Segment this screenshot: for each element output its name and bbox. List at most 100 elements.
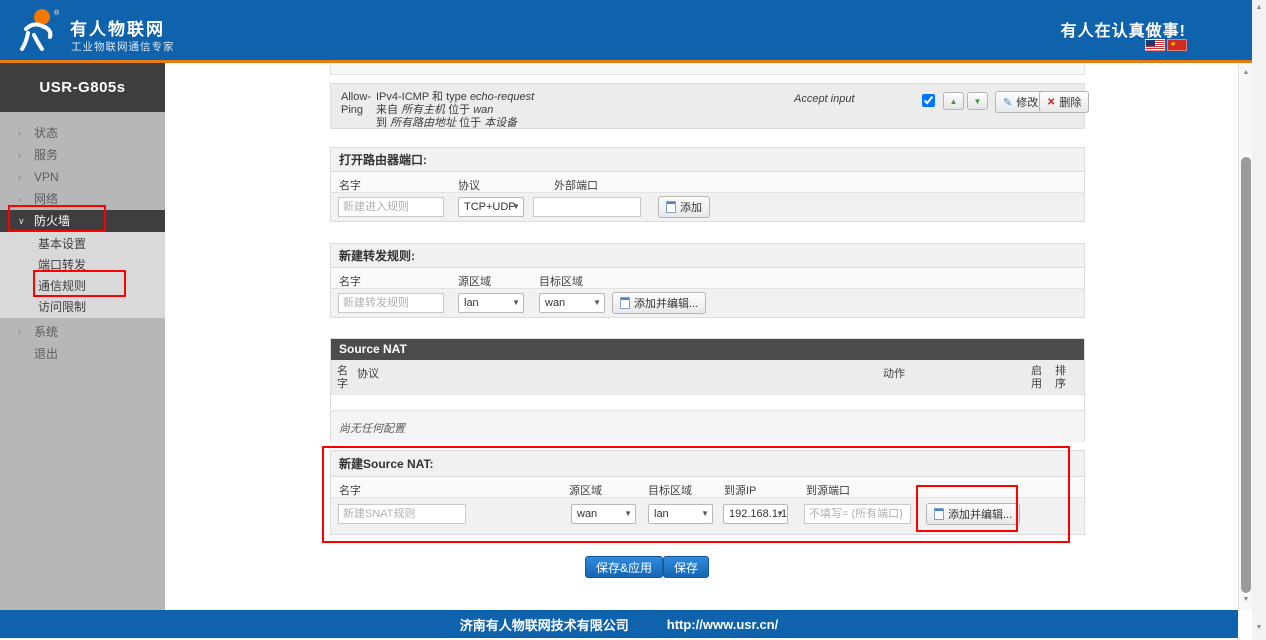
- new-snat-name-input[interactable]: [338, 504, 466, 524]
- sidebar-item-firewall[interactable]: ∨ 防火墙: [0, 210, 165, 232]
- column-header-to-src-ip: 到源IP: [724, 482, 756, 498]
- column-header-ext-port: 外部端口: [554, 177, 598, 193]
- content-scrollbar-thumb[interactable]: [1241, 157, 1251, 593]
- sidebar-item-services[interactable]: › 服务: [0, 144, 165, 166]
- scroll-up-icon[interactable]: ▲: [1239, 69, 1253, 76]
- partial-table-row: [330, 63, 1085, 75]
- sidebar-item-logout[interactable]: 退出: [0, 343, 165, 365]
- save-button[interactable]: 保存: [663, 556, 709, 578]
- chevron-down-icon: ▼: [776, 505, 784, 523]
- column-header-protocol: 协议: [357, 365, 379, 381]
- add-icon: [934, 508, 944, 520]
- column-header-src-zone: 源区域: [458, 273, 491, 289]
- edit-icon: ✎: [1003, 96, 1012, 109]
- column-header-name: 名字: [337, 365, 350, 391]
- submenu-item-access-restrict[interactable]: 访问限制: [0, 297, 165, 318]
- flag-us-icon[interactable]: [1145, 39, 1165, 51]
- submenu-item-traffic-rules[interactable]: 通信规则: [0, 276, 165, 297]
- rule-name: Allow- Ping: [341, 91, 371, 117]
- empty-table-row: [331, 395, 1084, 411]
- add-button-label: 添加: [680, 199, 702, 215]
- column-header-sort: 排序: [1055, 365, 1068, 391]
- snat-to-src-ip-select[interactable]: 192.168.1.1 ( ▼: [723, 504, 788, 524]
- source-nat-header: Source NAT: [331, 339, 1084, 360]
- submenu-item-label: 通信规则: [38, 279, 86, 293]
- chevron-down-icon: ▼: [512, 294, 520, 312]
- sidebar-item-label: 系统: [34, 325, 58, 339]
- submenu-item-label: 端口转发: [38, 258, 86, 272]
- delete-rule-button[interactable]: ✕ 删除: [1039, 91, 1089, 113]
- add-and-edit-button[interactable]: 添加并编辑...: [612, 292, 706, 314]
- sort-down-icon: ▼: [974, 97, 982, 106]
- device-model-title: USR-G805s: [0, 63, 165, 112]
- sidebar-item-status[interactable]: › 状态: [0, 122, 165, 144]
- sidebar-item-vpn[interactable]: › VPN: [0, 166, 165, 188]
- chevron-right-icon: ›: [18, 122, 21, 144]
- column-header-protocol: 协议: [458, 177, 480, 193]
- registered-mark: ®: [54, 9, 60, 17]
- snat-to-src-port-input[interactable]: [804, 504, 911, 524]
- snat-src-zone-select[interactable]: wan ▼: [571, 504, 636, 524]
- add-icon: [666, 201, 676, 213]
- no-config-message: 尚无任何配置: [331, 411, 1084, 442]
- sidebar: USR-G805s › 状态 › 服务 › VPN › 网络 ∨ 防火墙 基本设…: [0, 63, 165, 610]
- chevron-right-icon: ›: [18, 321, 21, 343]
- delete-icon: ✕: [1047, 97, 1055, 108]
- snat-dst-zone-select[interactable]: lan ▼: [648, 504, 713, 524]
- snat-dst-zone-value: lan: [654, 508, 669, 520]
- src-zone-select[interactable]: lan ▼: [458, 293, 524, 313]
- rule-enable-checkbox[interactable]: [922, 94, 935, 107]
- column-header-src-zone: 源区域: [569, 482, 602, 498]
- footer-bar: 济南有人物联网技术有限公司 http://www.usr.cn/: [0, 610, 1238, 638]
- dst-zone-select[interactable]: wan ▼: [539, 293, 605, 313]
- footer-url[interactable]: http://www.usr.cn/: [667, 617, 778, 632]
- sidebar-item-label: 退出: [34, 347, 58, 361]
- delete-button-label: 删除: [1059, 94, 1081, 110]
- new-forward-name-input[interactable]: [338, 293, 444, 313]
- sidebar-item-label: VPN: [34, 170, 59, 184]
- new-rule-name-input[interactable]: [338, 197, 444, 217]
- submenu-item-basic-settings[interactable]: 基本设置: [0, 234, 165, 255]
- sort-up-button[interactable]: ▲: [943, 92, 964, 110]
- section-title: 打开路由器端口:: [331, 148, 1084, 172]
- submenu-item-port-forward[interactable]: 端口转发: [0, 255, 165, 276]
- sidebar-item-network[interactable]: › 网络: [0, 188, 165, 210]
- footer-company: 济南有人物联网技术有限公司: [460, 615, 629, 634]
- submenu-item-label: 访问限制: [38, 300, 86, 314]
- column-header-dst-zone: 目标区域: [539, 273, 583, 289]
- protocol-select[interactable]: TCP+UDP ▼: [458, 197, 524, 217]
- snat-add-and-edit-button[interactable]: 添加并编辑...: [926, 503, 1020, 525]
- content-scrollbar[interactable]: ▲ ▼: [1238, 63, 1252, 610]
- ext-port-input[interactable]: [533, 197, 641, 217]
- add-button[interactable]: 添加: [658, 196, 710, 218]
- rule-match-description: IPv4-ICMP 和 type echo-request 来自 所有主机 位于…: [376, 91, 534, 130]
- save-and-apply-button[interactable]: 保存&应用: [585, 556, 663, 578]
- column-header-dst-zone: 目标区域: [648, 482, 692, 498]
- window-scrollbar[interactable]: ▲ ▼: [1252, 0, 1266, 640]
- column-header-action: 动作: [883, 365, 905, 381]
- header-tagline: 有人在认真做事!: [1040, 17, 1186, 41]
- chevron-right-icon: ›: [18, 166, 21, 188]
- scroll-down-icon[interactable]: ▼: [1239, 596, 1253, 603]
- flag-cn-icon[interactable]: ★: [1167, 39, 1187, 51]
- snat-src-zone-value: wan: [577, 508, 597, 520]
- sidebar-item-label: 状态: [34, 126, 58, 140]
- firewall-submenu: 基本设置 端口转发 通信规则 访问限制: [0, 232, 165, 318]
- sort-down-button[interactable]: ▼: [967, 92, 988, 110]
- submenu-item-label: 基本设置: [38, 237, 86, 251]
- sidebar-item-system[interactable]: › 系统: [0, 321, 165, 343]
- usr-logo-icon: ®: [12, 7, 64, 53]
- source-nat-section: Source NAT 名字 协议 动作 启用 排序 尚无任何配置: [330, 338, 1085, 442]
- new-source-nat-section: 新建Source NAT: 名字 源区域 目标区域 到源IP 到源端口 wan …: [330, 450, 1085, 535]
- scroll-down-icon[interactable]: ▼: [1252, 624, 1266, 631]
- brand-name: 有人物联网: [70, 15, 165, 40]
- chevron-down-icon: ∨: [18, 210, 25, 232]
- section-title: 新建Source NAT:: [331, 451, 1084, 477]
- section-title: 新建转发规则:: [331, 244, 1084, 268]
- column-header-name: 名字: [339, 482, 361, 498]
- firewall-rule-row: Allow- Ping IPv4-ICMP 和 type echo-reques…: [330, 83, 1085, 129]
- protocol-select-value: TCP+UDP: [464, 201, 516, 213]
- scroll-up-icon[interactable]: ▲: [1252, 4, 1266, 11]
- rule-action: Accept input: [794, 93, 855, 106]
- chevron-right-icon: ›: [18, 144, 21, 166]
